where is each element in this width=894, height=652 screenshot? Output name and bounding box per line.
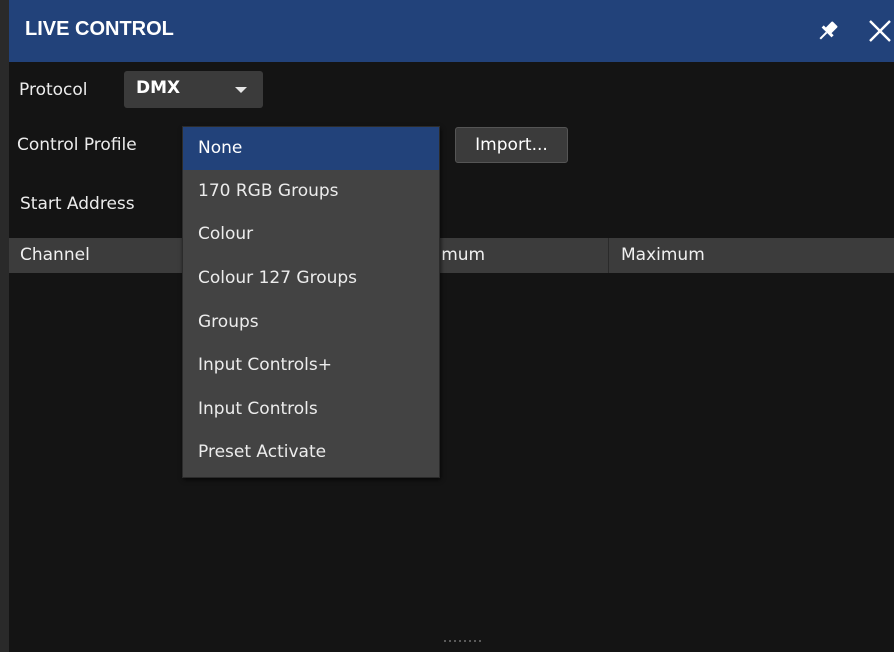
protocol-select[interactable]: DMX	[124, 71, 263, 108]
dropdown-option-preset-activate[interactable]: Preset Activate	[183, 431, 439, 474]
chevron-down-icon	[235, 87, 247, 93]
dropdown-option-input-controls[interactable]: Input Controls	[183, 388, 439, 431]
grip-dot	[464, 640, 466, 642]
grip-dot	[449, 640, 451, 642]
dropdown-option-input-controls-plus[interactable]: Input Controls+	[183, 344, 439, 387]
start-address-label: Start Address	[20, 194, 135, 214]
pin-icon[interactable]	[815, 18, 841, 44]
grip-dot	[474, 640, 476, 642]
grip-dot	[459, 640, 461, 642]
resize-grip[interactable]	[444, 640, 484, 644]
grip-dot	[479, 640, 481, 642]
dropdown-option-none[interactable]: None	[183, 127, 439, 170]
close-icon[interactable]	[867, 18, 893, 44]
live-control-window: LIVE CONTROL Protocol DMX Control Profil…	[0, 0, 894, 652]
grip-dot	[444, 640, 446, 642]
protocol-label: Protocol	[19, 80, 88, 100]
grip-dot	[454, 640, 456, 642]
column-header-maximum[interactable]: Maximum	[621, 245, 705, 265]
dropdown-option-colour-127-groups[interactable]: Colour 127 Groups	[183, 257, 439, 300]
dropdown-option-170-rgb-groups[interactable]: 170 RGB Groups	[183, 170, 439, 213]
control-profile-label: Control Profile	[17, 135, 137, 155]
column-divider[interactable]	[608, 238, 609, 273]
control-profile-dropdown-list: None 170 RGB Groups Colour Colour 127 Gr…	[182, 126, 440, 478]
window-title: LIVE CONTROL	[25, 18, 174, 40]
dropdown-option-groups[interactable]: Groups	[183, 301, 439, 344]
dropdown-option-colour[interactable]: Colour	[183, 213, 439, 256]
import-button[interactable]: Import...	[455, 127, 568, 163]
grip-dot	[469, 640, 471, 642]
window-left-border	[0, 0, 9, 652]
title-bar[interactable]: LIVE CONTROL	[9, 0, 894, 62]
table-header: Channel inimum Maximum	[9, 238, 894, 273]
protocol-value: DMX	[136, 78, 181, 98]
column-header-channel[interactable]: Channel	[20, 245, 90, 265]
